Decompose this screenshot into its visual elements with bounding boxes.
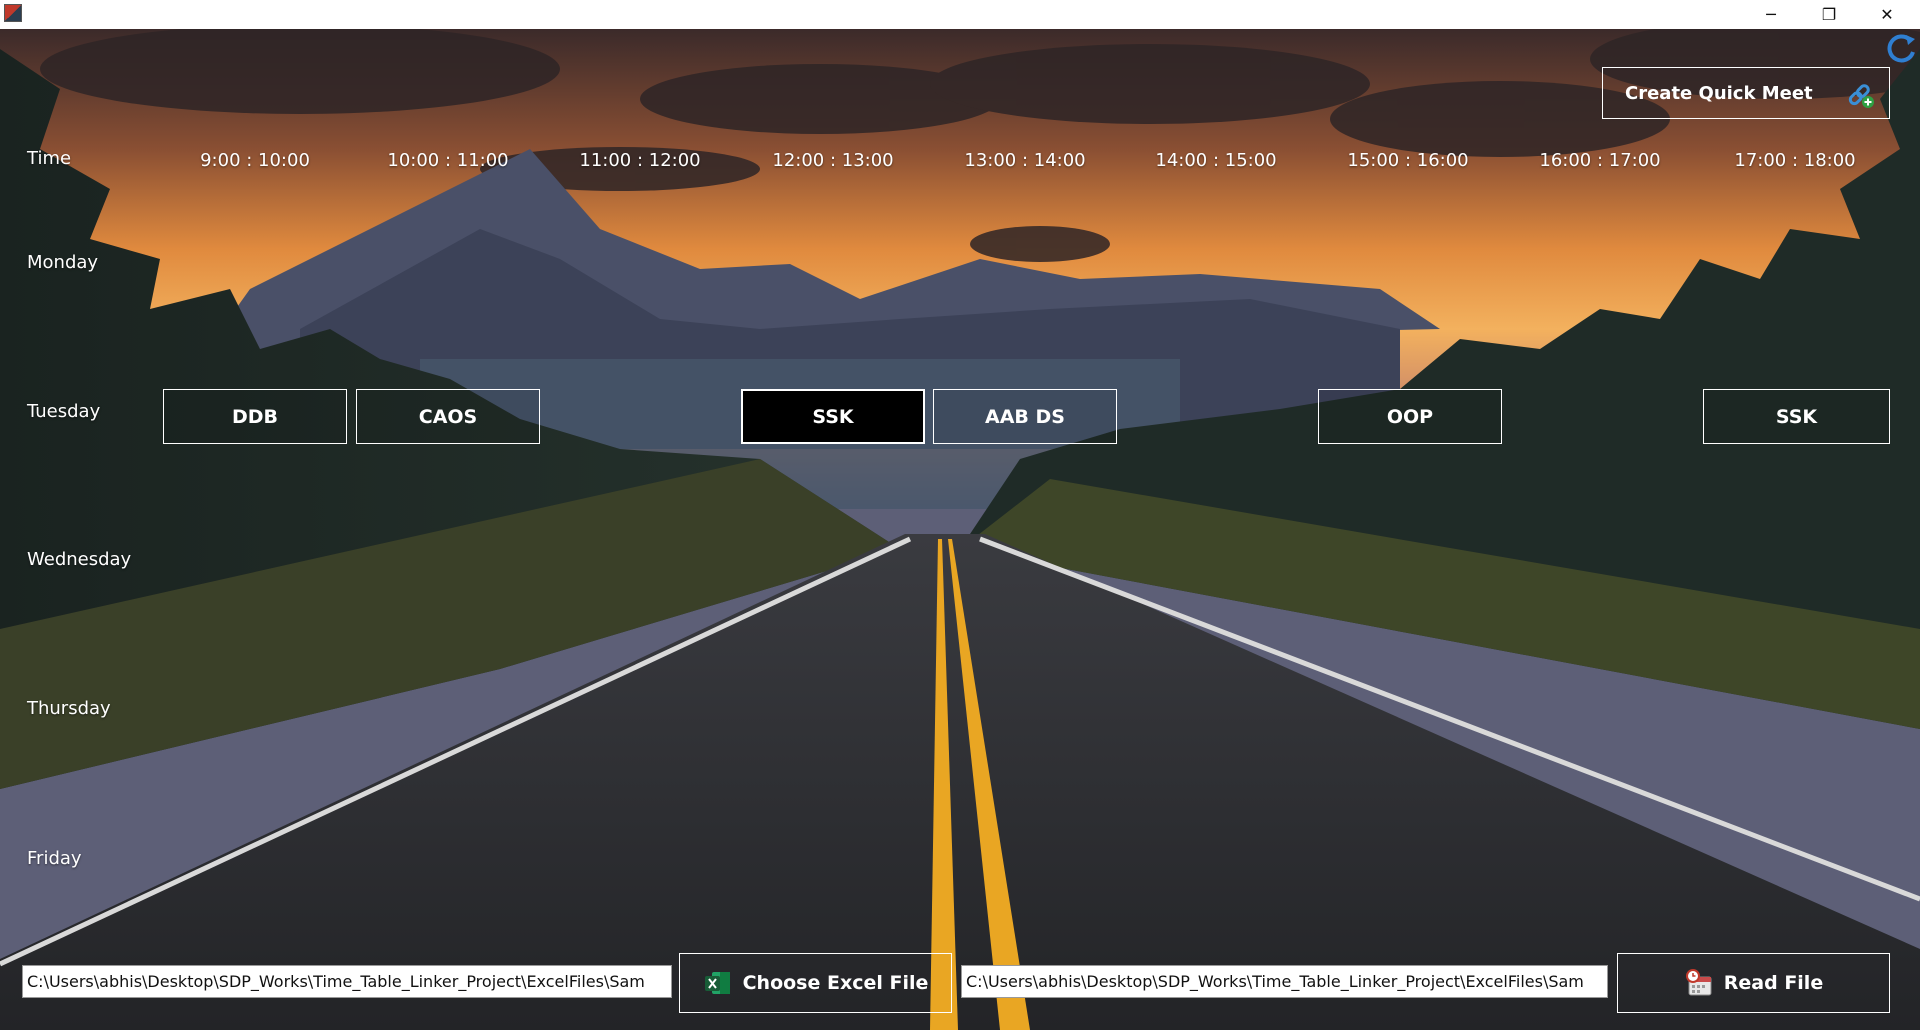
minimize-icon: ─ <box>1766 5 1776 24</box>
calendar-clock-icon <box>1685 969 1712 996</box>
read-path-input[interactable]: C:\Users\abhis\Desktop\SDP_Works\Time_Ta… <box>961 965 1608 998</box>
restore-icon: ❐ <box>1821 5 1837 24</box>
close-icon: ✕ <box>1880 5 1894 24</box>
class-button-aab-ds[interactable]: AAB DS <box>933 389 1117 444</box>
maximize-button[interactable]: ❐ <box>1800 0 1858 29</box>
choose-excel-file-button[interactable]: Choose Excel File <box>679 953 952 1013</box>
excel-path-input[interactable]: C:\Users\abhis\Desktop\SDP_Works\Time_Ta… <box>22 965 672 998</box>
day-label-thursday: Thursday <box>27 698 111 719</box>
time-slot-label: 10:00 : 11:00 <box>387 150 509 171</box>
close-button[interactable]: ✕ <box>1858 0 1916 29</box>
app-icon <box>4 4 22 22</box>
time-slot-label: 16:00 : 17:00 <box>1539 150 1661 171</box>
day-label-friday: Friday <box>27 848 82 869</box>
time-header-label: Time <box>27 148 72 169</box>
time-slot-label: 14:00 : 15:00 <box>1155 150 1277 171</box>
choose-excel-file-label: Choose Excel File <box>742 972 929 994</box>
class-button-caos[interactable]: CAOS <box>356 389 540 444</box>
day-label-tuesday: Tuesday <box>27 401 101 422</box>
class-button-ssk[interactable]: SSK <box>1703 389 1890 444</box>
time-slot-label: 13:00 : 14:00 <box>964 150 1086 171</box>
excel-icon <box>704 972 730 994</box>
window-titlebar: ─ ❐ ✕ <box>0 0 1920 29</box>
read-file-button[interactable]: Read File <box>1617 953 1890 1013</box>
refresh-icon[interactable] <box>1884 32 1918 66</box>
time-slot-label: 17:00 : 18:00 <box>1734 150 1856 171</box>
time-slot-label: 12:00 : 13:00 <box>772 150 894 171</box>
class-button-ssk-selected[interactable]: SSK <box>741 389 925 444</box>
time-slot-label: 15:00 : 16:00 <box>1347 150 1469 171</box>
minimize-button[interactable]: ─ <box>1742 0 1800 29</box>
link-plus-icon <box>1848 84 1874 108</box>
day-label-wednesday: Wednesday <box>27 549 132 570</box>
time-slot-label: 11:00 : 12:00 <box>579 150 701 171</box>
read-file-label: Read File <box>1723 972 1824 994</box>
background-image <box>0 29 1920 1030</box>
class-button-ddb[interactable]: DDB <box>163 389 347 444</box>
time-slot-label: 9:00 : 10:00 <box>200 150 310 171</box>
class-button-oop[interactable]: OOP <box>1318 389 1502 444</box>
day-label-monday: Monday <box>27 252 99 273</box>
create-quick-meet-button[interactable]: Create Quick Meet <box>1602 67 1890 119</box>
quick-meet-label: Create Quick Meet <box>1625 82 1813 104</box>
